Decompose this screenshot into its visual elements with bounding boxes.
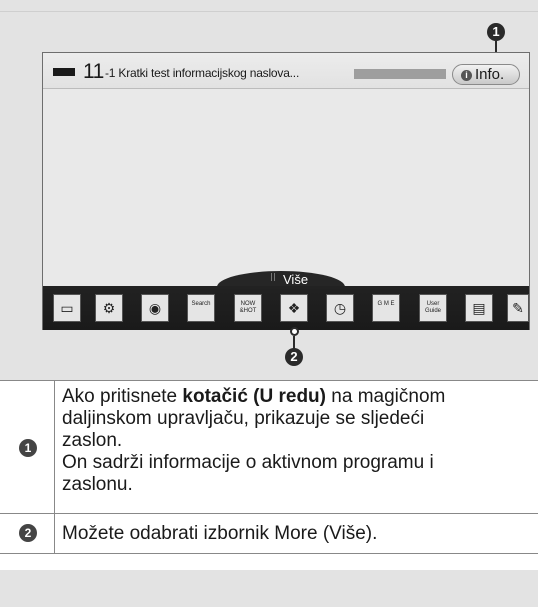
table-row: 2 Možete odabrati izbornik More (Više).	[0, 514, 538, 554]
row-1-line-3: zaslon.	[62, 430, 123, 451]
tv-input-icon[interactable]: ▭	[53, 294, 81, 322]
info-button[interactable]: i Info.	[452, 64, 520, 85]
column-divider	[54, 514, 55, 553]
settings-gear-icon[interactable]: ⚙	[95, 294, 123, 322]
row-1-line-5: zaslonu.	[62, 474, 133, 495]
program-title: -1 Kratki test informacijskog naslova...	[105, 66, 300, 80]
now-hot-icon[interactable]: NOW &HOT	[234, 294, 262, 322]
description-table: 1 Ako pritisnete kotačić (U redu) na mag…	[0, 380, 538, 570]
callout-2-pin	[290, 327, 299, 336]
search-icon[interactable]: Search	[187, 294, 215, 322]
info-banner: 11 -1 Kratki test informacijskog naslova…	[43, 53, 529, 89]
column-divider	[54, 381, 55, 513]
drag-handle-icon	[271, 273, 275, 281]
info-button-label: Info.	[475, 66, 505, 83]
row-number-2: 2	[19, 524, 37, 542]
tv-screen: 11 -1 Kratki test informacijskog naslova…	[42, 52, 530, 330]
info-icon: i	[461, 70, 472, 81]
row-1-line-2: daljinskom upravljaču, prikazuje se slje…	[62, 408, 425, 429]
row-1-bold-text: kotačić (U redu)	[182, 386, 326, 407]
user-guide-icon[interactable]: User Guide	[419, 294, 447, 322]
launcher-bar: ▭ ⚙ ◉ Search NOW &HOT ❖ ◷ G M E User Gui…	[43, 286, 529, 330]
callout-2-marker: 2	[285, 348, 303, 366]
channel-number: 11	[83, 60, 104, 83]
more-label: Više	[283, 272, 309, 287]
game-icon[interactable]: G M E	[372, 294, 400, 322]
channel-indicator-icon	[53, 68, 75, 76]
row-1-line-1: Ako pritisnete kotačić (U redu) na magič…	[62, 386, 446, 407]
edit-icon[interactable]: ✎	[507, 294, 529, 322]
media-icon[interactable]: ▤	[465, 294, 493, 322]
globe-icon[interactable]: ◉	[141, 294, 169, 322]
more-tab[interactable]	[217, 271, 345, 287]
top-rule	[0, 11, 538, 12]
apps-icon[interactable]: ❖	[280, 294, 308, 322]
clock-icon[interactable]: ◷	[326, 294, 354, 322]
callout-1-marker: 1	[487, 23, 505, 41]
row-number-1: 1	[19, 439, 37, 457]
program-progress-bar	[354, 69, 446, 79]
row-2-text: Možete odabrati izbornik More (Više).	[62, 523, 378, 544]
table-row: 1 Ako pritisnete kotačić (U redu) na mag…	[0, 380, 538, 514]
row-1-line-4: On sadrži informacije o aktivnom program…	[62, 452, 434, 473]
